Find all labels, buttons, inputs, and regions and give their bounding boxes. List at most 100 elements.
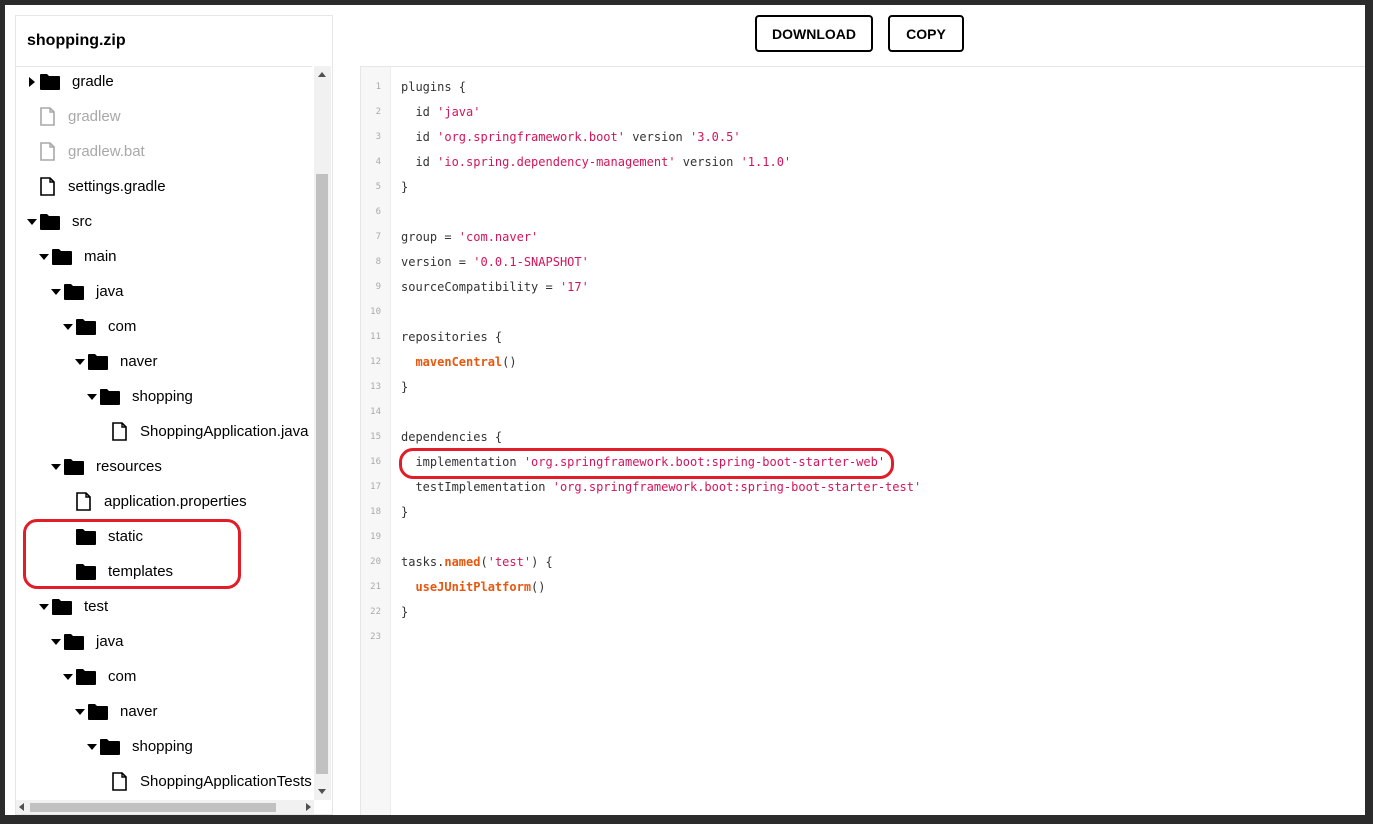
tree-item[interactable]: application.properties [62, 484, 247, 519]
tree-item-label: gradlew [68, 108, 121, 125]
archive-title: shopping.zip [27, 32, 126, 49]
tree-item[interactable]: settings.gradle [26, 169, 166, 204]
folder-icon [40, 73, 62, 91]
caret-down-icon[interactable] [74, 706, 86, 718]
code-token: version = [401, 255, 474, 269]
line-number: 6 [375, 207, 381, 217]
tree-item-label: gradle [72, 73, 114, 90]
tree-item[interactable]: ShoppingApplicationTests [98, 764, 312, 799]
tree-horizontal-scrollbar[interactable] [16, 800, 314, 814]
string-token: '3.0.5' [690, 130, 741, 144]
code-line: group = 'com.naver' [401, 225, 538, 250]
caret-down-icon[interactable] [86, 391, 98, 403]
code-token: id [401, 130, 438, 144]
caret-down-icon[interactable] [26, 216, 38, 228]
code-token: id [401, 155, 438, 169]
code-line: id 'io.spring.dependency-management' ver… [401, 150, 791, 175]
line-number: 8 [375, 257, 381, 267]
folder-icon [76, 563, 98, 581]
file-tree-sidebar: shopping.zip gradle gradlew gradlew.bat set… [15, 15, 333, 815]
code-token: } [401, 605, 409, 619]
tree-item[interactable]: shopping [86, 379, 193, 414]
line-number: 11 [370, 332, 381, 342]
folder-icon [52, 598, 74, 616]
tree-item[interactable]: java [50, 274, 124, 309]
line-number: 1 [375, 82, 381, 92]
line-number-gutter: 1 2 3 4 5 6 7 8 9 10 11 12 13 14 15 16 17 18 19 20 21 22 23 [361, 67, 391, 815]
tree-item[interactable]: resources [50, 449, 162, 484]
caret-down-icon[interactable] [62, 321, 74, 333]
code-line: dependencies { [401, 425, 502, 450]
code-token: () [531, 580, 546, 594]
string-token: '17' [559, 280, 589, 294]
line-number: 14 [370, 407, 381, 417]
string-token: '0.0.1-SNAPSHOT' [473, 255, 589, 269]
line-number: 23 [370, 632, 381, 642]
tree-item-label: com [108, 668, 137, 685]
caret-spacer [26, 146, 38, 158]
string-token: 'io.spring.dependency-management' [437, 155, 676, 169]
tree-item-label: java [96, 633, 124, 650]
caret-down-icon[interactable] [38, 601, 50, 613]
tree-item[interactable]: naver [74, 694, 158, 729]
caret-spacer [62, 531, 74, 543]
download-button[interactable]: DOWNLOAD [755, 15, 873, 52]
tree-item[interactable]: com [62, 309, 136, 344]
caret-right-icon[interactable] [26, 76, 38, 88]
tree-item[interactable]: java [50, 624, 124, 659]
caret-down-icon[interactable] [50, 286, 62, 298]
code-token: group = [401, 230, 459, 244]
tree-item[interactable]: static [62, 519, 143, 554]
scroll-right-icon[interactable] [306, 803, 311, 811]
caret-down-icon[interactable] [86, 741, 98, 753]
tree-item-label: naver [120, 703, 158, 720]
file-icon [40, 177, 58, 197]
tree-item[interactable]: test [38, 589, 108, 624]
caret-down-icon[interactable] [74, 356, 86, 368]
tree-item[interactable]: com [62, 659, 136, 694]
caret-down-icon[interactable] [50, 636, 62, 648]
scroll-down-icon[interactable] [318, 789, 326, 794]
tree-item[interactable]: gradlew.bat [26, 134, 145, 169]
folder-icon [76, 318, 98, 336]
function-token: named [444, 555, 481, 569]
file-icon [40, 142, 58, 162]
tree-item[interactable]: naver [74, 344, 158, 379]
string-token: 'org.springframework.boot:spring-boot-st… [523, 455, 886, 469]
scroll-left-icon[interactable] [19, 803, 24, 811]
code-token: version [675, 155, 741, 169]
code-token: ( [480, 555, 488, 569]
tree-item[interactable]: gradlew [26, 99, 121, 134]
code-line: mavenCentral() [401, 350, 516, 375]
tree-vertical-scrollbar[interactable] [314, 66, 331, 800]
code-token: tasks. [401, 555, 445, 569]
line-number: 17 [370, 482, 381, 492]
tree-item[interactable]: shopping [86, 729, 193, 764]
tree-item[interactable]: ShoppingApplication.java [98, 414, 308, 449]
code-line: } [401, 500, 408, 525]
copy-button[interactable]: COPY [888, 15, 964, 52]
line-number: 21 [370, 582, 381, 592]
caret-down-icon[interactable] [38, 251, 50, 263]
tree-item[interactable]: gradle [26, 67, 114, 99]
folder-icon [76, 668, 98, 686]
scroll-thumb[interactable] [316, 174, 328, 774]
caret-spacer [26, 111, 38, 123]
line-number: 7 [375, 232, 381, 242]
scroll-thumb-horizontal[interactable] [30, 803, 276, 812]
tree-item-label: application.properties [104, 493, 247, 510]
folder-icon [52, 248, 74, 266]
code-token: ) { [531, 555, 553, 569]
caret-spacer [26, 181, 38, 193]
line-number: 3 [375, 132, 381, 142]
code-token: dependencies { [401, 430, 503, 444]
tree-item[interactable]: src [26, 204, 92, 239]
scroll-up-icon[interactable] [318, 72, 326, 77]
tree-item[interactable]: templates [62, 554, 173, 589]
line-number: 12 [370, 357, 381, 367]
line-number: 19 [370, 532, 381, 542]
caret-down-icon[interactable] [62, 671, 74, 683]
caret-down-icon[interactable] [50, 461, 62, 473]
tree-item[interactable]: main [38, 239, 117, 274]
